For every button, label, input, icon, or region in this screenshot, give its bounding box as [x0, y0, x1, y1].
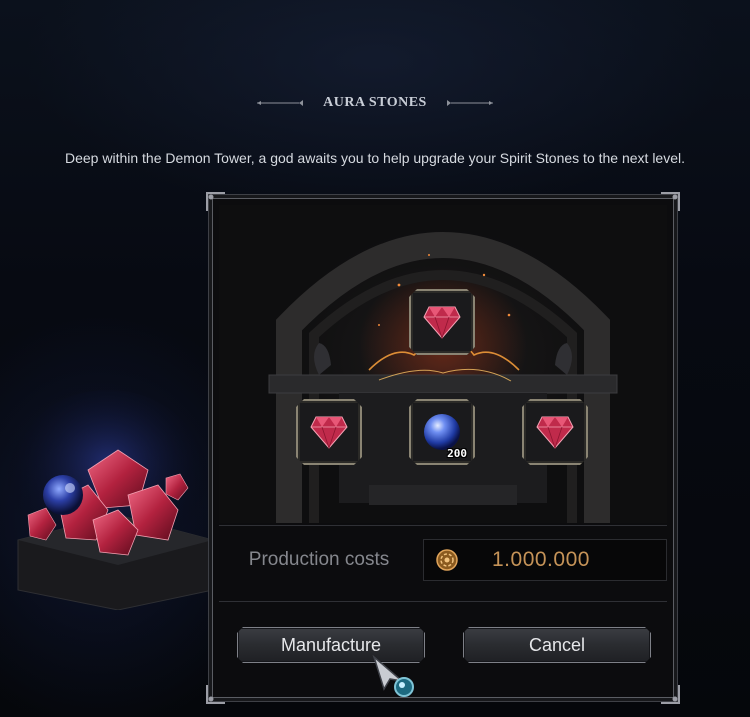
dialog-title: AURA STONES — [323, 95, 427, 110]
red-crystal-icon — [423, 305, 461, 339]
gem-pile-illustration — [8, 390, 214, 610]
blue-orb-icon — [422, 412, 462, 452]
item-count: 200 — [447, 447, 467, 460]
divider — [219, 601, 667, 602]
gold-coin-icon — [436, 549, 458, 571]
input-slot-left[interactable] — [296, 399, 362, 465]
mouse-cursor-icon — [372, 655, 414, 697]
frame-corner-icon — [661, 685, 680, 704]
production-cost-row: Production costs 1.000.000 — [219, 535, 667, 585]
result-slot[interactable] — [409, 289, 475, 355]
cost-value-box: 1.000.000 — [423, 539, 667, 581]
altar-scene: 200 — [219, 205, 667, 523]
cancel-button[interactable]: Cancel — [463, 627, 651, 663]
divider — [219, 525, 667, 526]
dialog-title-bar: AURA STONES — [0, 92, 750, 114]
dialog-description: Deep within the Demon Tower, a god await… — [65, 150, 685, 166]
cost-label: Production costs — [248, 549, 390, 570]
input-slot-right[interactable] — [522, 399, 588, 465]
title-ornament-left-icon — [257, 100, 304, 106]
aura-stones-panel: 200 Production costs 1.000.000 Manufactu… — [206, 192, 680, 704]
frame-corner-icon — [206, 685, 225, 704]
cost-value: 1.000.000 — [492, 548, 590, 571]
red-crystal-icon — [310, 415, 348, 449]
red-crystal-icon — [536, 415, 574, 449]
title-ornament-right-icon — [446, 100, 493, 106]
input-slot-middle[interactable]: 200 — [409, 399, 475, 465]
altar-illustration — [268, 232, 618, 523]
